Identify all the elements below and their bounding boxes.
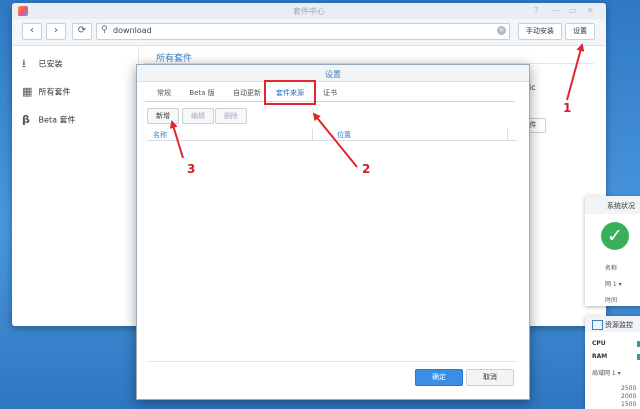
annotation-number-1: 1 (563, 101, 572, 115)
annotation-arrows (169, 43, 585, 168)
arrow-3 (169, 120, 184, 159)
annotation-number-2: 2 (362, 162, 371, 176)
arrow-1 (566, 43, 585, 101)
arrow-2 (312, 112, 358, 168)
annotation-number-3: 3 (187, 162, 196, 176)
